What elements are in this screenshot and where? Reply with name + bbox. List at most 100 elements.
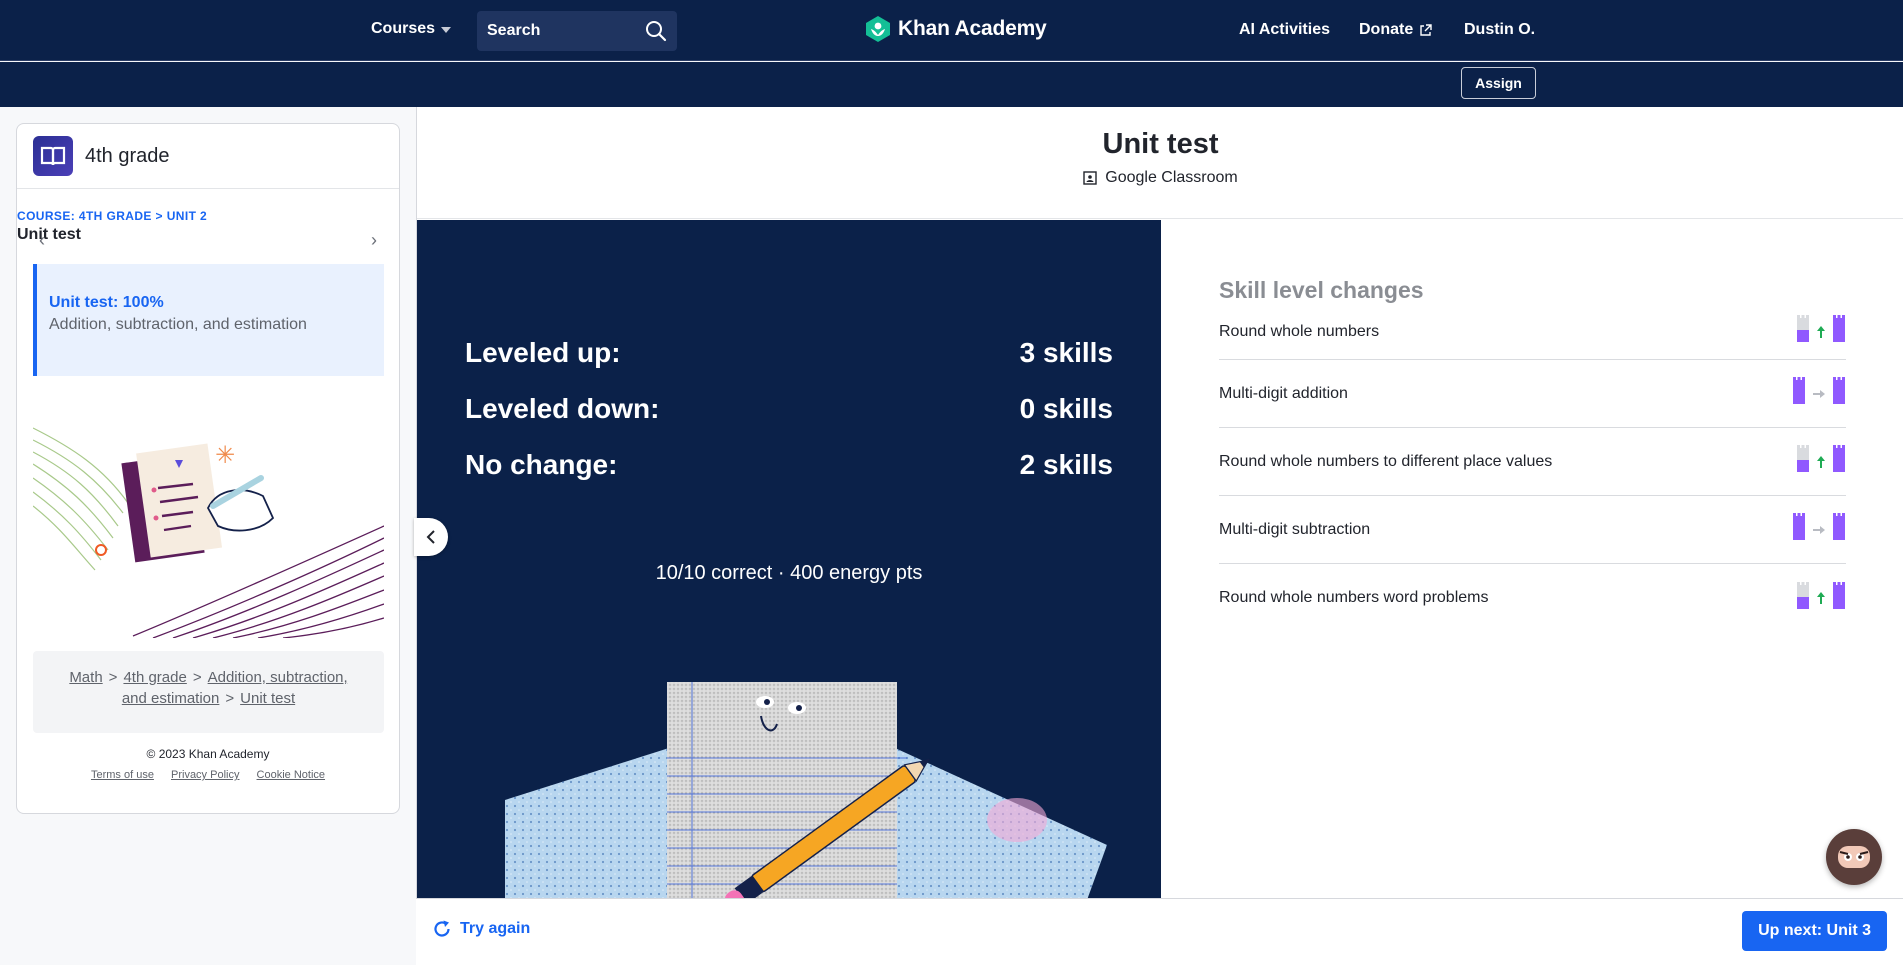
course-title: 4th grade — [85, 144, 170, 167]
arrow-right-icon — [1813, 389, 1825, 398]
skill-name: Round whole numbers — [1219, 322, 1380, 340]
level-unchanged-indicator — [1792, 376, 1846, 411]
level-up-indicator — [1796, 314, 1846, 349]
stat-value: 3 skills — [1019, 337, 1113, 368]
try-again-label: Try again — [460, 920, 531, 937]
page-title: Unit test — [1102, 128, 1219, 160]
content-header: Unit test Google Classroom — [417, 107, 1903, 219]
breadcrumb-separator: > — [192, 669, 202, 686]
chevron-left-icon — [426, 530, 435, 544]
cookie-link[interactable]: Cookie Notice — [257, 769, 325, 781]
search-input[interactable] — [487, 22, 637, 40]
ai-activities-label: AI Activities — [1239, 21, 1330, 38]
skill-level-after — [1832, 444, 1846, 479]
logo-text: Khan Academy — [898, 17, 1047, 40]
paper-character-illustration — [505, 682, 1107, 898]
score-summary: 10/10 correct · 400 energy pts — [655, 562, 923, 584]
ai-activities-link[interactable]: AI Activities — [1239, 21, 1330, 39]
skill-row: Multi-digit subtraction — [1219, 496, 1846, 564]
breadcrumb: Math >4th grade > Addition, subtraction, an… — [33, 651, 384, 733]
stat-label: Leveled down: — [465, 393, 660, 424]
chevron-down-icon — [441, 27, 452, 33]
skills-title: Skill level changes — [1219, 277, 1424, 303]
skill-name: Round whole numbers word problems — [1219, 589, 1489, 606]
search-icon[interactable] — [645, 20, 667, 42]
ai-tutor-bubble[interactable] — [1826, 829, 1882, 885]
google-classroom-button[interactable]: Google Classroom — [1083, 169, 1238, 187]
skill-level-before — [1792, 376, 1806, 411]
arrow-right-icon — [1813, 525, 1825, 534]
skill-level-after — [1832, 376, 1846, 411]
stat-no-change: No change: 2 skills — [465, 449, 1113, 481]
khan-academy-logo[interactable]: Khan Academy — [864, 15, 1047, 43]
stat-leveled-up: Leveled up: 3 skills — [465, 337, 1113, 369]
up-next-button[interactable]: Up next: Unit 3 — [1742, 911, 1887, 951]
arrow-up-icon — [1817, 592, 1825, 604]
level-unchanged-indicator — [1792, 512, 1846, 547]
results-panel: Leveled up: 3 skills Leveled down: 0 ski… — [417, 220, 1161, 898]
retry-icon — [434, 920, 450, 937]
unit-breadcrumb: COURSE: 4TH GRADE > UNIT 2 Unit test — [17, 209, 399, 244]
skill-row: Round whole numbers to different place v… — [1219, 428, 1846, 496]
skill-name: Multi-digit addition — [1219, 384, 1348, 402]
arrow-up-icon — [1817, 455, 1825, 468]
skill-row: Multi-digit addition — [1219, 360, 1846, 428]
skill-changes-panel: Skill level changes Round whole numbers M… — [1161, 220, 1903, 898]
donate-label: Donate — [1359, 21, 1414, 38]
stat-leveled-down: Leveled down: 0 skills — [465, 393, 1113, 425]
skill-level-after — [1832, 314, 1846, 349]
active-item-subtitle: Addition, subtraction, and estimation — [49, 316, 307, 333]
course-sidebar: 4th grade ‹ COURSE: 4TH GRADE > UNIT 2 U… — [16, 123, 400, 814]
skill-name: Round whole numbers to different place v… — [1219, 452, 1553, 470]
test-paper-illustration: ✳ — [33, 427, 384, 638]
level-up-indicator — [1796, 581, 1846, 616]
breadcrumb-separator: > — [108, 669, 118, 686]
user-name: Dustin O. — [1464, 21, 1536, 38]
sidebar-item-unit-test[interactable]: Unit test: 100% Addition, subtraction, a… — [33, 264, 384, 376]
active-item-title: Unit test: 100% — [49, 294, 164, 311]
teacher-subbar — [0, 62, 1903, 107]
privacy-link[interactable]: Privacy Policy — [171, 769, 239, 781]
skill-level-before — [1796, 581, 1810, 616]
skill-name: Multi-digit subtraction — [1219, 520, 1371, 538]
breadcrumb-separator: > — [225, 690, 235, 707]
breadcrumb-unit-test[interactable]: Unit test — [240, 690, 295, 707]
crumb-separator: > — [155, 209, 163, 223]
main-content: Unit test Google Classroom Leveled up: 3… — [416, 107, 1903, 965]
google-classroom-label: Google Classroom — [1105, 169, 1238, 186]
course-header[interactable]: 4th grade — [17, 124, 399, 189]
breadcrumb-math[interactable]: Math — [69, 669, 102, 686]
breadcrumb-4th-grade[interactable]: 4th grade — [123, 669, 186, 686]
bottom-action-bar: Try again Up next: Unit 3 — [416, 898, 1903, 965]
crumb-unit[interactable]: UNIT 2 — [167, 209, 207, 223]
assign-button[interactable]: Assign — [1461, 67, 1536, 99]
footer-links: Terms of use Privacy Policy Cookie Notic… — [17, 769, 399, 781]
skill-row: Round whole numbers — [1219, 304, 1846, 360]
top-navigation: Courses Khan Academy AI Activities Donat… — [0, 0, 1903, 61]
next-unit-chevron-icon[interactable]: › — [371, 230, 377, 251]
external-link-icon — [1420, 23, 1432, 36]
donate-link[interactable]: Donate — [1359, 21, 1432, 39]
skill-row: Round whole numbers word problems — [1219, 564, 1846, 632]
stat-value: 2 skills — [1019, 449, 1113, 480]
crumb-course[interactable]: COURSE: 4TH GRADE — [17, 209, 152, 223]
book-icon — [33, 136, 73, 176]
breadcrumb-unit-cont[interactable]: and estimation — [122, 690, 220, 707]
copyright: © 2023 Khan Academy — [146, 747, 270, 761]
user-menu[interactable]: Dustin O. — [1464, 21, 1535, 39]
stat-label: No change: — [465, 449, 618, 480]
courses-menu[interactable]: Courses — [371, 20, 452, 38]
try-again-button[interactable]: Try again — [432, 919, 530, 939]
skill-level-after — [1832, 512, 1846, 547]
khan-leaf-icon — [866, 16, 890, 42]
courses-label: Courses — [371, 20, 436, 37]
skill-list: Round whole numbers Multi-digit addition R… — [1219, 304, 1846, 632]
arrow-up-icon — [1817, 325, 1825, 338]
skill-level-before — [1796, 444, 1810, 479]
google-classroom-icon — [1083, 171, 1097, 185]
terms-link[interactable]: Terms of use — [91, 769, 154, 781]
breadcrumb-unit[interactable]: Addition, subtraction, — [208, 669, 348, 686]
unit-name: Unit test — [17, 226, 81, 243]
stat-label: Leveled up: — [465, 337, 621, 368]
skill-level-before — [1796, 314, 1810, 349]
